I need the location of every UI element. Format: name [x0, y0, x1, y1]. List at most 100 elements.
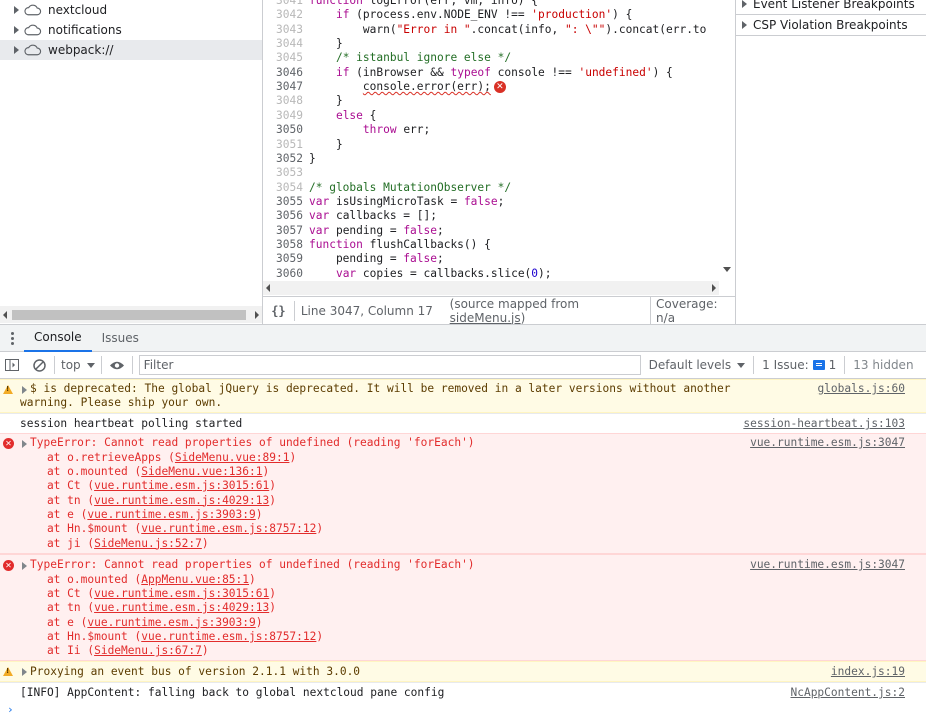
line-number[interactable]: 3043: [263, 23, 303, 37]
nav-item-notifications[interactable]: notifications: [0, 20, 262, 40]
line-number[interactable]: 3053: [263, 166, 303, 180]
message-source-link[interactable]: session-heartbeat.js:103: [743, 417, 905, 431]
stack-frame-link[interactable]: AppMenu.vue:85:1: [141, 573, 249, 586]
editor-vertical-scrollbar[interactable]: [719, 0, 735, 281]
expand-arrow-icon[interactable]: [22, 668, 27, 676]
line-number[interactable]: 3044: [263, 37, 303, 51]
scrollbar-thumb[interactable]: [12, 310, 246, 320]
event-listener-breakpoints-section[interactable]: Event Listener Breakpoints: [736, 0, 926, 15]
line-number[interactable]: 3056: [263, 209, 303, 223]
code-line[interactable]: 3056 var callbacks = [];: [263, 209, 719, 223]
code-line[interactable]: 3054 /* globals MutationObserver */: [263, 181, 719, 195]
expand-arrow-icon[interactable]: [742, 20, 747, 29]
expand-arrow-icon[interactable]: [14, 46, 19, 54]
message-source-link[interactable]: globals.js:60: [817, 382, 905, 396]
code-lines[interactable]: 3041 function logError(err, vm, info) {30…: [263, 0, 719, 281]
stack-frame-link[interactable]: vue.runtime.esm.js:3903:9: [87, 508, 255, 521]
scroll-right-arrow-icon[interactable]: [255, 311, 259, 319]
line-number[interactable]: 3057: [263, 224, 303, 238]
message-source-link[interactable]: NcAppContent.js:2: [790, 686, 905, 700]
scroll-down-arrow-icon[interactable]: [723, 267, 731, 272]
expand-arrow-icon[interactable]: [742, 0, 747, 8]
scroll-left-arrow-icon[interactable]: [3, 311, 7, 319]
context-selector[interactable]: top: [55, 358, 101, 372]
code-line[interactable]: 3057 var pending = false;: [263, 224, 719, 238]
csp-violation-breakpoints-section[interactable]: CSP Violation Breakpoints: [736, 14, 926, 36]
code-line[interactable]: 3060 var copies = callbacks.slice(0);: [263, 267, 719, 281]
scroll-left-arrow-icon[interactable]: [266, 284, 270, 292]
stack-frame-link[interactable]: vue.runtime.esm.js:4029:13: [94, 601, 269, 614]
stack-frame-link[interactable]: vue.runtime.esm.js:3015:61: [94, 587, 269, 600]
line-number[interactable]: 3047: [263, 80, 303, 94]
code-line[interactable]: 3046 if (inBrowser && typeof console !==…: [263, 66, 719, 80]
line-number[interactable]: 3042: [263, 8, 303, 22]
message-source-link[interactable]: index.js:19: [831, 665, 905, 679]
stack-frame-link[interactable]: vue.runtime.esm.js:8757:12: [141, 522, 316, 535]
code-line[interactable]: 3051 }: [263, 138, 719, 152]
scroll-right-arrow-icon[interactable]: [712, 284, 716, 292]
tab-console[interactable]: Console: [24, 325, 92, 352]
code-line[interactable]: 3048 }: [263, 94, 719, 108]
line-number[interactable]: 3060: [263, 267, 303, 281]
navigator-horizontal-scrollbar[interactable]: [0, 306, 262, 323]
warning-icon: [3, 667, 13, 676]
source-map-link[interactable]: sideMenu.js: [450, 311, 521, 325]
sidebar-toggle-button[interactable]: [0, 352, 24, 379]
code-line[interactable]: 3058 function flushCallbacks() {: [263, 238, 719, 252]
code-line[interactable]: 3053: [263, 166, 719, 180]
line-number[interactable]: 3054: [263, 181, 303, 195]
code-line[interactable]: 3041 function logError(err, vm, info) {: [263, 0, 719, 8]
stack-frame-link[interactable]: SideMenu.js:52:7: [94, 537, 202, 550]
line-number[interactable]: 3041: [263, 0, 303, 8]
expand-arrow-icon[interactable]: [22, 386, 27, 394]
line-number[interactable]: 3055: [263, 195, 303, 209]
line-number[interactable]: 3048: [263, 94, 303, 108]
line-number[interactable]: 3052: [263, 152, 303, 166]
code-line[interactable]: 3047 console.error(err); ✕: [263, 80, 719, 94]
stack-frame: at e (vue.runtime.esm.js:3903:9): [20, 616, 263, 630]
stack-frame-link[interactable]: vue.runtime.esm.js:4029:13: [94, 494, 269, 507]
expand-arrow-icon[interactable]: [14, 6, 19, 14]
line-number[interactable]: 3049: [263, 109, 303, 123]
code-line[interactable]: 3055 var isUsingMicroTask = false;: [263, 195, 719, 209]
code-line[interactable]: 3042 if (process.env.NODE_ENV !== 'produ…: [263, 8, 719, 22]
expand-arrow-icon[interactable]: [14, 26, 19, 34]
more-tools-icon[interactable]: [0, 331, 24, 345]
line-number[interactable]: 3051: [263, 138, 303, 152]
nav-item-nextcloud[interactable]: nextcloud: [0, 0, 262, 20]
filter-input[interactable]: Filter: [138, 355, 641, 375]
pretty-print-button[interactable]: {}: [263, 300, 295, 321]
coverage-status[interactable]: Coverage: n/a: [650, 296, 735, 325]
stack-frame-link[interactable]: vue.runtime.esm.js:3903:9: [87, 616, 255, 629]
line-number[interactable]: 3046: [263, 66, 303, 80]
line-number[interactable]: 3058: [263, 238, 303, 252]
code-line[interactable]: 3050 throw err;: [263, 123, 719, 137]
log-levels-dropdown[interactable]: Default levels: [641, 358, 753, 372]
expand-arrow-icon[interactable]: [22, 562, 27, 570]
issues-counter-button[interactable]: 1 Issue: 1: [754, 358, 844, 372]
stack-frame-link[interactable]: vue.runtime.esm.js:8757:12: [141, 630, 316, 643]
code-line[interactable]: 3052}: [263, 152, 719, 166]
code-line[interactable]: 3044 }: [263, 37, 719, 51]
tab-issues[interactable]: Issues: [92, 325, 149, 352]
line-number[interactable]: 3059: [263, 252, 303, 266]
console-prompt-icon[interactable]: ›: [7, 703, 14, 716]
stack-frame-link[interactable]: SideMenu.js:67:7: [94, 644, 202, 657]
live-expression-button[interactable]: [102, 352, 132, 379]
expand-arrow-icon[interactable]: [22, 440, 27, 448]
code-line[interactable]: 3045 /* istanbul ignore else */: [263, 51, 719, 65]
message-source-link[interactable]: vue.runtime.esm.js:3047: [750, 436, 905, 450]
clear-console-button[interactable]: [24, 352, 54, 379]
stack-frame-link[interactable]: SideMenu.vue:89:1: [175, 451, 290, 464]
line-number[interactable]: 3050: [263, 123, 303, 137]
code-line[interactable]: 3043 warn("Error in ".concat(info, ": \"…: [263, 23, 719, 37]
code-line[interactable]: 3049 else {: [263, 109, 719, 123]
stack-frame-link[interactable]: vue.runtime.esm.js:3015:61: [94, 479, 269, 492]
message-source-link[interactable]: vue.runtime.esm.js:3047: [750, 558, 905, 572]
stack-frame-link[interactable]: SideMenu.vue:136:1: [141, 465, 262, 478]
line-number[interactable]: 3045: [263, 51, 303, 65]
editor-horizontal-scrollbar[interactable]: [263, 281, 719, 295]
nav-item-webpack[interactable]: webpack://: [0, 40, 262, 60]
code-line[interactable]: 3059 pending = false;: [263, 252, 719, 266]
stack-frame: at o.retrieveApps (SideMenu.vue:89:1): [20, 451, 296, 465]
